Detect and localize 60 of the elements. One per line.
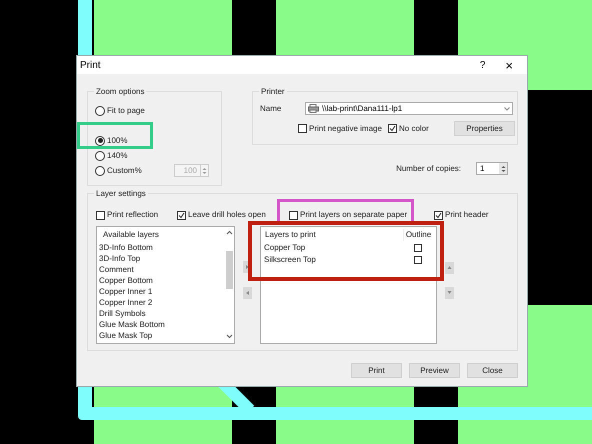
triangle-icon (447, 290, 452, 296)
checkbox-label: Print negative image (309, 122, 382, 134)
properties-button[interactable]: Properties (454, 121, 515, 136)
field-label: Name (260, 102, 282, 114)
scroll-up-icon[interactable] (226, 230, 232, 236)
radio-button[interactable] (95, 136, 105, 146)
field-label: Number of copies: (396, 162, 461, 174)
checkbox[interactable] (414, 256, 422, 264)
triangle-icon (447, 265, 452, 271)
triangle-icon (245, 290, 250, 296)
list-item[interactable]: Glue Mask Bottom (99, 319, 224, 330)
radio-button[interactable] (95, 150, 105, 160)
triangle-icon (245, 264, 250, 270)
list-item[interactable]: Copper Bottom (99, 275, 224, 286)
radio-label: 100% (107, 134, 128, 146)
checkbox-label: Leave drill holes open (188, 209, 266, 221)
copies-field[interactable]: 1 (476, 162, 508, 175)
radio-label: 140% (107, 150, 128, 162)
help-button[interactable]: ? (480, 58, 486, 72)
checkbox-label: Print layers on separate paper (300, 209, 408, 221)
list-item[interactable]: 3D-Info Bottom (99, 242, 224, 253)
spin-icon (200, 165, 208, 176)
spin-icon (499, 163, 507, 174)
list-item[interactable]: Glue Mask Top (99, 330, 224, 341)
radio-label: Fit to page (107, 104, 146, 116)
list-item[interactable]: Drill Symbols (99, 308, 224, 319)
group-title: Zoom options (94, 86, 146, 98)
radio-button[interactable] (95, 166, 105, 176)
checkbox[interactable] (177, 210, 186, 220)
caret-icon (504, 106, 510, 110)
printer-dropdown[interactable]: \\lab-print\Dana111-lp1 (305, 102, 513, 115)
checkbox[interactable] (298, 124, 307, 133)
checkbox-label: Print reflection (107, 209, 158, 221)
checkbox[interactable] (414, 244, 422, 252)
checkbox[interactable] (434, 210, 443, 220)
dialog-button[interactable]: Close (467, 363, 518, 378)
list-item[interactable]: Silkscreen Top (264, 254, 403, 266)
column-header: Available layers (102, 228, 160, 241)
printer-icon (308, 104, 319, 113)
list-item[interactable]: Comment (99, 264, 224, 275)
checkbox[interactable] (289, 210, 298, 220)
group-title: Layer settings (94, 188, 148, 200)
checkbox[interactable] (388, 124, 397, 133)
list-item[interactable]: Copper Inner 2 (99, 297, 224, 308)
close-button[interactable]: × (505, 58, 513, 72)
scroll-down-icon[interactable] (226, 333, 232, 339)
list-item[interactable]: Copper Inner 1 (99, 286, 224, 297)
scroll-thumb[interactable] (226, 251, 232, 289)
radio-label: Custom% (107, 164, 143, 176)
checkbox-label: No color (399, 122, 429, 134)
dialog-button[interactable]: Preview (409, 363, 460, 378)
checkbox[interactable] (96, 210, 105, 220)
radio-button[interactable] (95, 106, 105, 116)
checkbox-label: Print header (445, 209, 489, 221)
column-header: Layers to print (264, 228, 317, 240)
column-header: Outline (403, 228, 433, 240)
window-title: Print (80, 58, 101, 72)
dialog-button[interactable]: Print (351, 363, 402, 378)
list-item[interactable]: Copper Top (264, 242, 403, 254)
list-item[interactable]: 3D-Info Top (99, 253, 224, 264)
